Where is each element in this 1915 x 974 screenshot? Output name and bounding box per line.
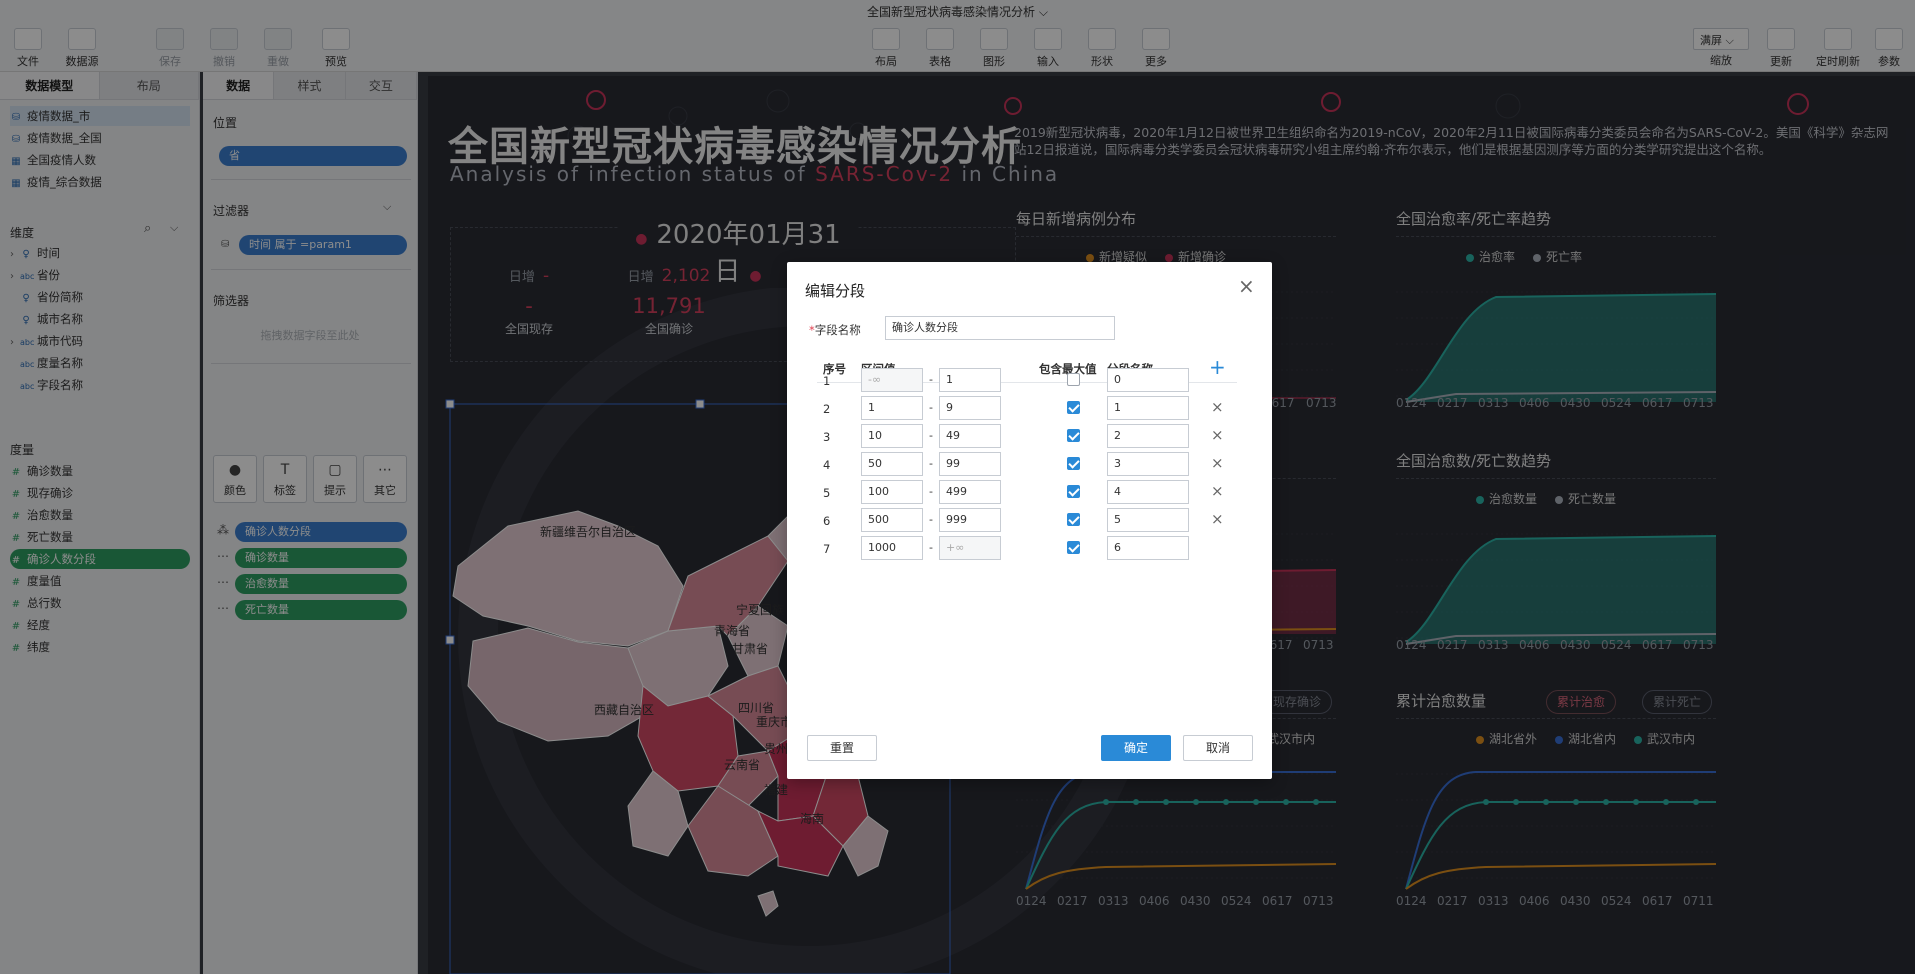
include-max-checkbox[interactable] [1067, 513, 1080, 526]
segment-name-input[interactable]: 6 [1107, 536, 1189, 560]
include-max-checkbox[interactable] [1067, 541, 1080, 554]
range-dash: - [929, 401, 933, 414]
segment-row: 3 10-49 2 × [787, 424, 1272, 452]
segment-max-input[interactable]: 1 [939, 368, 1001, 392]
segment-index: 1 [823, 374, 831, 388]
segment-index: 2 [823, 402, 831, 416]
segment-min-input[interactable]: 1 [861, 396, 923, 420]
delete-row-icon[interactable]: × [1211, 482, 1224, 500]
range-dash: - [929, 485, 933, 498]
range-dash: - [929, 373, 933, 386]
include-max-checkbox[interactable] [1067, 457, 1080, 470]
include-max-checkbox[interactable] [1067, 401, 1080, 414]
segment-max-input[interactable]: 99 [939, 452, 1001, 476]
close-icon[interactable]: × [1238, 274, 1255, 298]
delete-row-icon[interactable]: × [1211, 510, 1224, 528]
segment-name-input[interactable]: 1 [1107, 396, 1189, 420]
segment-row: 2 1-9 1 × [787, 396, 1272, 424]
field-name-label: *字段名称 [809, 323, 861, 337]
segment-index: 4 [823, 458, 831, 472]
segment-name-input[interactable]: 3 [1107, 452, 1189, 476]
cancel-button[interactable]: 取消 [1183, 735, 1253, 761]
include-max-checkbox[interactable] [1067, 485, 1080, 498]
edit-segment-dialog: 编辑分段 × *字段名称 确诊人数分段 序号 区间值 包含最大值 分段名称 + … [787, 262, 1272, 779]
include-max-checkbox[interactable] [1067, 429, 1080, 442]
segment-min-input[interactable]: 10 [861, 424, 923, 448]
segment-max-input[interactable]: 9 [939, 396, 1001, 420]
segment-index: 5 [823, 486, 831, 500]
segment-max-input[interactable]: 999 [939, 508, 1001, 532]
segment-min-input[interactable]: 50 [861, 452, 923, 476]
segment-row: 7 1000- +∞ 6 [787, 536, 1272, 564]
range-dash: - [929, 513, 933, 526]
field-name-label-text: 字段名称 [814, 323, 861, 337]
segment-name-input[interactable]: 5 [1107, 508, 1189, 532]
segment-min-input[interactable]: -∞ [861, 368, 923, 392]
delete-row-icon[interactable]: × [1211, 398, 1224, 416]
segment-name-input[interactable]: 0 [1107, 368, 1189, 392]
range-dash: - [929, 429, 933, 442]
delete-row-icon[interactable]: × [1211, 426, 1224, 444]
include-max-checkbox[interactable] [1067, 373, 1080, 386]
field-name-input[interactable]: 确诊人数分段 [885, 316, 1115, 340]
reset-button[interactable]: 重置 [807, 735, 877, 761]
segment-name-input[interactable]: 4 [1107, 480, 1189, 504]
segment-min-input[interactable]: 1000 [861, 536, 923, 560]
segment-min-input[interactable]: 100 [861, 480, 923, 504]
segment-index: 6 [823, 514, 831, 528]
segment-max-input[interactable]: 49 [939, 424, 1001, 448]
dialog-title: 编辑分段 [805, 282, 866, 300]
segment-row: 6 500-999 5 × [787, 508, 1272, 536]
segment-row: 5 100-499 4 × [787, 480, 1272, 508]
segment-name-input[interactable]: 2 [1107, 424, 1189, 448]
segment-index: 3 [823, 430, 831, 444]
range-dash: - [929, 457, 933, 470]
delete-row-icon[interactable]: × [1211, 454, 1224, 472]
segment-row: 4 50-99 3 × [787, 452, 1272, 480]
segment-min-input[interactable]: 500 [861, 508, 923, 532]
segment-row: 1 -∞ -1 0 [787, 368, 1272, 396]
ok-button[interactable]: 确定 [1101, 735, 1171, 761]
segment-max-input[interactable]: 499 [939, 480, 1001, 504]
segment-max-input[interactable]: +∞ [939, 536, 1001, 560]
range-dash: - [929, 541, 933, 554]
segment-index: 7 [823, 542, 831, 556]
